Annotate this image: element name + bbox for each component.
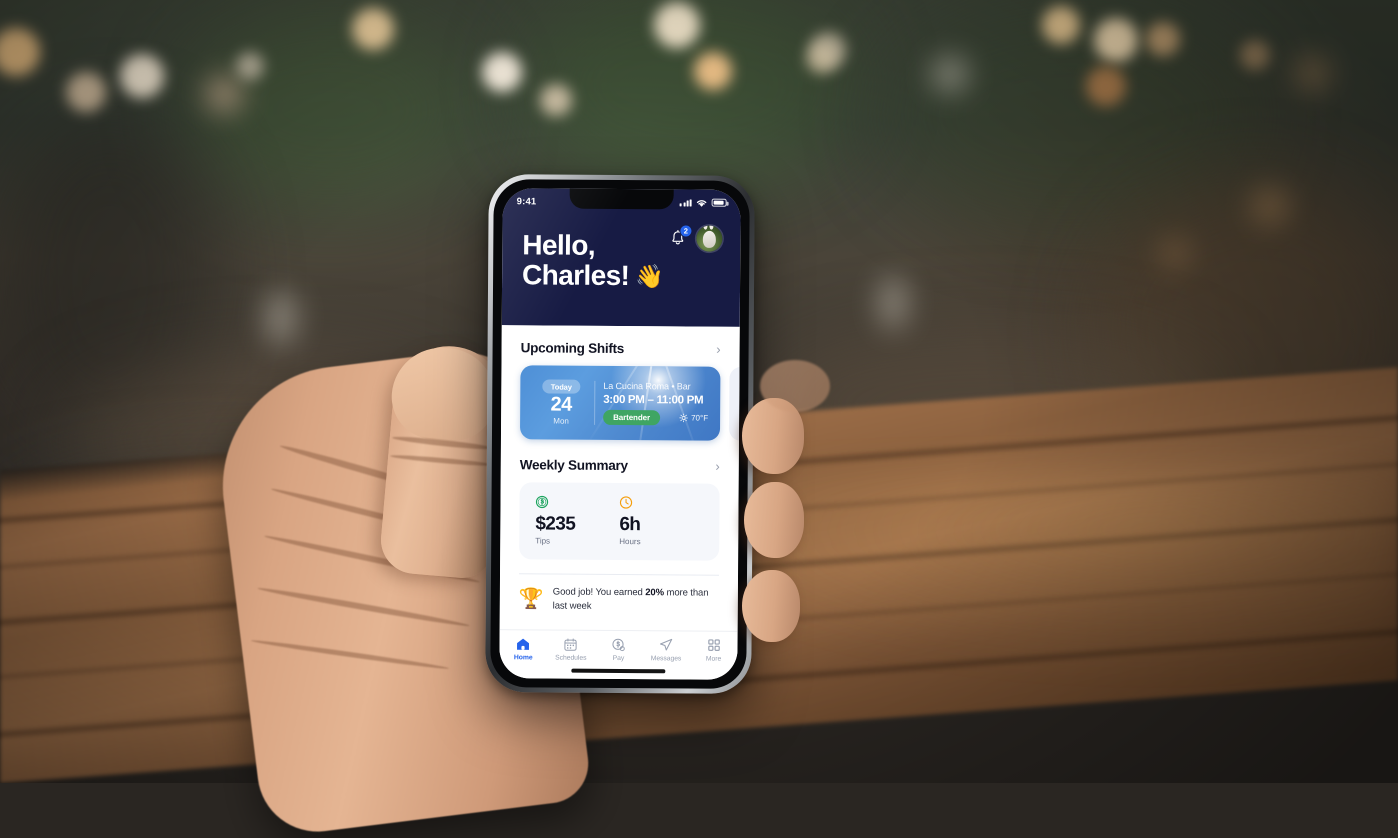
tab-label: Messages bbox=[650, 655, 682, 663]
bokeh-light bbox=[1296, 56, 1330, 90]
profile-avatar[interactable] bbox=[696, 225, 723, 252]
stat-value: 6h bbox=[619, 513, 641, 536]
shift-day-number: 24 bbox=[550, 393, 572, 416]
home-indicator[interactable] bbox=[571, 668, 666, 674]
section-title: Upcoming Shifts bbox=[520, 340, 625, 357]
tab-schedules[interactable]: Schedules bbox=[547, 636, 595, 662]
home-content: Upcoming Shifts › Today 24 Mon La Cucina… bbox=[499, 325, 740, 631]
stat-value: $235 bbox=[535, 513, 576, 535]
bokeh-light bbox=[66, 72, 106, 112]
wifi-icon bbox=[696, 199, 707, 207]
bokeh-light bbox=[806, 44, 836, 74]
bokeh-light bbox=[654, 2, 700, 48]
cellular-signal-icon bbox=[680, 198, 692, 207]
divider bbox=[594, 380, 596, 425]
header-actions: 2 bbox=[669, 223, 723, 252]
bokeh-light bbox=[1250, 186, 1290, 226]
achievement-banner: 🏆 Good job! You earned 20% more than las… bbox=[500, 574, 738, 614]
tab-more[interactable]: More bbox=[690, 637, 738, 663]
weekly-summary-card: $235 Tips 6h Hours bbox=[519, 482, 720, 561]
shift-date-block: Today 24 Mon bbox=[530, 379, 592, 426]
bokeh-light bbox=[482, 52, 522, 92]
tab-label: Pay bbox=[612, 654, 625, 663]
stat-tips: $235 Tips bbox=[535, 495, 619, 546]
achievement-highlight: 20% bbox=[645, 587, 665, 599]
send-icon bbox=[659, 637, 674, 652]
achievement-text: Good job! You earned 20% more than last … bbox=[553, 586, 719, 614]
bokeh-light bbox=[878, 276, 908, 330]
bokeh-light bbox=[540, 84, 572, 116]
grid-icon bbox=[707, 638, 720, 653]
tab-label: Home bbox=[513, 654, 533, 662]
shift-times: 3:00 PM – 11:00 PM bbox=[603, 393, 704, 407]
trophy-icon: 🏆 bbox=[518, 587, 544, 610]
sun-icon bbox=[679, 413, 688, 423]
shift-details: La Cucina Roma • Bar 3:00 PM – 11:00 PM … bbox=[603, 381, 710, 426]
smartphone: 9:41 2 Hello, Charles! 👋 Upcoming Shifts… bbox=[485, 174, 755, 694]
pay-icon bbox=[611, 637, 625, 652]
tab-home[interactable]: Home bbox=[499, 636, 547, 661]
clock-icon bbox=[619, 496, 703, 511]
stat-hours: 6h Hours bbox=[619, 496, 703, 547]
achievement-text-before: Good job! You earned bbox=[552, 586, 646, 599]
today-badge: Today bbox=[542, 379, 580, 394]
weekly-summary-header[interactable]: Weekly Summary › bbox=[501, 457, 739, 474]
bokeh-light bbox=[932, 56, 968, 92]
tab-label: More bbox=[705, 655, 722, 663]
bokeh-light bbox=[120, 54, 164, 98]
section-title: Weekly Summary bbox=[519, 457, 628, 474]
home-icon bbox=[516, 636, 531, 651]
wave-emoji: 👋 bbox=[635, 263, 665, 290]
shift-cards-row: Today 24 Mon La Cucina Roma • Bar 3:00 P… bbox=[501, 365, 740, 442]
shift-card[interactable]: Today 24 Mon La Cucina Roma • Bar 3:00 P… bbox=[519, 365, 721, 441]
chevron-right-icon[interactable]: › bbox=[715, 459, 719, 474]
dollar-circle-icon bbox=[535, 495, 619, 510]
status-icons bbox=[680, 198, 727, 207]
phone-screen: 9:41 2 Hello, Charles! 👋 Upcoming Shifts… bbox=[499, 188, 741, 680]
page-title: Hello, Charles! bbox=[522, 229, 630, 292]
status-time: 9:41 bbox=[516, 195, 537, 207]
upcoming-shifts-header[interactable]: Upcoming Shifts › bbox=[502, 340, 740, 357]
tab-messages[interactable]: Messages bbox=[642, 637, 690, 662]
bokeh-light bbox=[1146, 22, 1180, 56]
chevron-right-icon[interactable]: › bbox=[716, 342, 720, 357]
shift-meta: Bartender 70°F bbox=[603, 409, 710, 426]
shift-role-badge: Bartender bbox=[603, 409, 661, 426]
bokeh-light bbox=[264, 290, 298, 346]
bokeh-light bbox=[1240, 40, 1270, 70]
tab-pay[interactable]: Pay bbox=[595, 637, 643, 662]
bokeh-light bbox=[206, 76, 242, 112]
notification-badge: 2 bbox=[679, 223, 693, 238]
shift-day-name: Mon bbox=[553, 416, 569, 426]
phone-bezel: 9:41 2 Hello, Charles! 👋 Upcoming Shifts… bbox=[490, 179, 750, 689]
calendar-icon bbox=[564, 637, 578, 652]
bokeh-light bbox=[1094, 18, 1138, 62]
bokeh-light bbox=[236, 52, 264, 80]
shift-venue: La Cucina Roma • Bar bbox=[603, 380, 691, 392]
stat-label: Tips bbox=[535, 536, 551, 546]
notification-bell-icon[interactable]: 2 bbox=[669, 223, 693, 248]
battery-icon bbox=[711, 198, 727, 207]
shift-weather: 70°F bbox=[679, 413, 709, 423]
shift-card-next[interactable] bbox=[728, 366, 740, 442]
weather-temp: 70°F bbox=[691, 413, 709, 423]
phone-notch bbox=[569, 188, 674, 210]
tab-label: Schedules bbox=[555, 654, 587, 662]
bokeh-light bbox=[1160, 238, 1190, 268]
bokeh-light bbox=[1042, 6, 1080, 44]
stat-label: Hours bbox=[619, 536, 641, 547]
bokeh-light bbox=[352, 8, 394, 50]
bokeh-light bbox=[1086, 66, 1126, 106]
bokeh-light bbox=[694, 52, 732, 90]
